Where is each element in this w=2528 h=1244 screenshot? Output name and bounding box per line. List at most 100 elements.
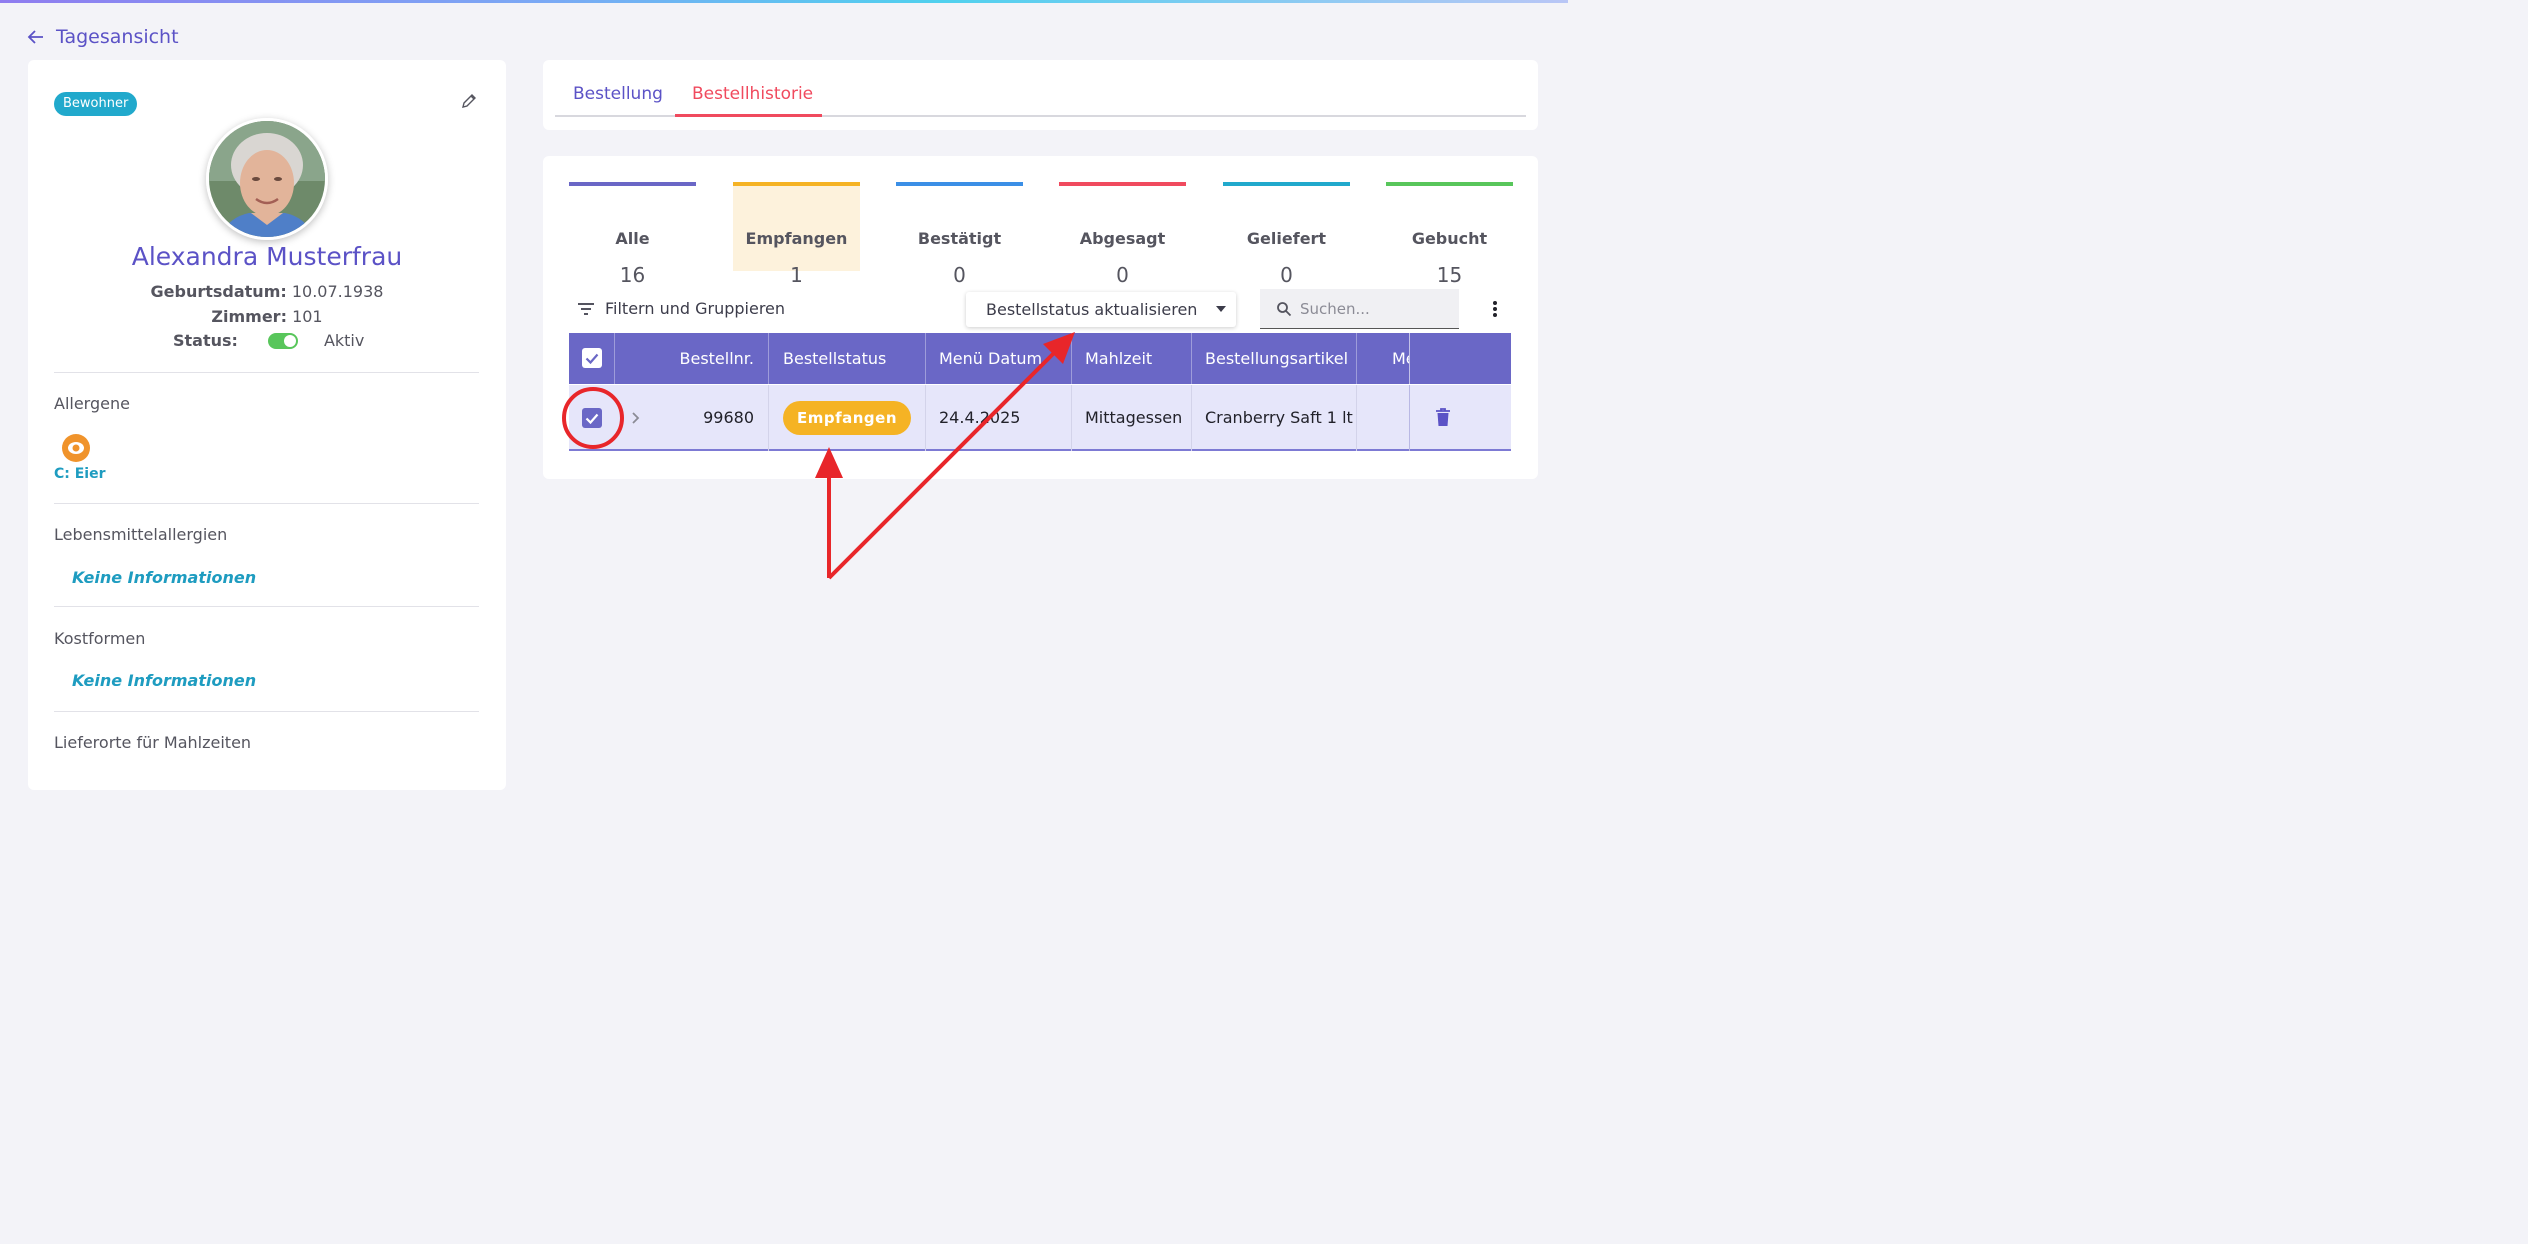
divider bbox=[54, 606, 479, 607]
stat-bar bbox=[896, 182, 1023, 186]
birth-date-label: Geburtsdatum: bbox=[150, 282, 287, 301]
column-header-bestellnr[interactable]: Bestellnr. bbox=[615, 333, 768, 384]
divider bbox=[54, 503, 479, 504]
search-icon bbox=[1277, 301, 1292, 316]
stat-label: Alle bbox=[615, 229, 650, 248]
checkmark-icon bbox=[585, 353, 599, 365]
column-header-mahlzeit[interactable]: Mahlzeit bbox=[1085, 333, 1189, 384]
stat-label: Abgesagt bbox=[1079, 229, 1166, 248]
select-all-checkbox[interactable] bbox=[582, 348, 602, 368]
cell-separator bbox=[1409, 385, 1410, 451]
arrow-left-icon bbox=[27, 30, 43, 44]
pencil-icon[interactable] bbox=[460, 92, 478, 110]
tabs-card: Bestellung Bestellhistorie bbox=[543, 60, 1538, 130]
stat-bar bbox=[1059, 182, 1186, 186]
column-separator bbox=[1356, 333, 1357, 384]
column-header-menue-datum[interactable]: Menü Datum bbox=[939, 333, 1069, 384]
stat-label: Geliefert bbox=[1246, 229, 1327, 248]
menu-date: 24.4.2025 bbox=[939, 408, 1021, 427]
delivery-locations-title: Lieferorte für Mahlzeiten bbox=[54, 733, 252, 752]
top-accent-line bbox=[0, 0, 1568, 3]
cell-separator bbox=[1356, 385, 1357, 451]
filter-icon bbox=[578, 302, 594, 315]
column-separator bbox=[1191, 333, 1192, 384]
stat-abgesagt[interactable]: Abgesagt 0 bbox=[1059, 182, 1186, 287]
stat-bar bbox=[569, 182, 696, 186]
divider bbox=[54, 372, 479, 373]
order-history-card: Alle 16 Empfangen 1 Bestätigt 0 Abgesagt… bbox=[543, 156, 1538, 479]
avatar bbox=[206, 118, 328, 240]
table-row[interactable]: 99680 Empfangen 24.4.2025 Mittagessen Cr… bbox=[569, 385, 1511, 451]
search-input[interactable] bbox=[1300, 299, 1450, 318]
room-label: Zimmer: bbox=[211, 307, 287, 326]
allergens-title: Allergene bbox=[54, 394, 130, 413]
cell-separator bbox=[925, 385, 926, 451]
egg-allergen-icon bbox=[62, 434, 90, 462]
stat-gebucht[interactable]: Gebucht 15 bbox=[1386, 182, 1513, 287]
stat-label: Empfangen bbox=[745, 229, 848, 248]
table-header: Bestellnr. Bestellstatus Menü Datum Mahl… bbox=[569, 333, 1511, 384]
status-value: Aktiv bbox=[323, 331, 365, 350]
diets-title: Kostformen bbox=[54, 629, 146, 648]
diets-value: Keine Informationen bbox=[72, 671, 257, 690]
order-status-update-dropdown[interactable]: Bestellstatus aktualisieren bbox=[966, 292, 1236, 327]
stat-bar bbox=[1386, 182, 1513, 186]
stat-bar bbox=[733, 182, 860, 186]
stat-count: 1 bbox=[790, 263, 803, 287]
resident-name: Alexandra Musterfrau bbox=[131, 242, 403, 271]
allergen-item: C: Eier bbox=[54, 466, 106, 482]
column-separator bbox=[1071, 333, 1072, 384]
room-value: 101 bbox=[292, 307, 323, 326]
stat-count: 0 bbox=[1116, 263, 1129, 287]
stat-count: 16 bbox=[619, 263, 646, 287]
role-badge: Bewohner bbox=[54, 92, 138, 116]
column-header-bestellungsartikel[interactable]: Bestellungsartikel bbox=[1205, 333, 1355, 384]
filter-group-label: Filtern und Gruppieren bbox=[605, 299, 786, 318]
stat-label: Gebucht bbox=[1411, 229, 1488, 248]
filter-group-button[interactable]: Filtern und Gruppieren bbox=[577, 299, 785, 318]
stat-bestaetigt[interactable]: Bestätigt 0 bbox=[896, 182, 1023, 287]
column-separator bbox=[925, 333, 926, 384]
order-number: 99680 bbox=[703, 408, 754, 427]
status-label: Status: bbox=[173, 331, 238, 350]
stat-alle[interactable]: Alle 16 bbox=[569, 182, 696, 287]
column-separator bbox=[1409, 333, 1410, 384]
cell-separator bbox=[1191, 385, 1192, 451]
birth-date-line: Geburtsdatum: 10.07.1938 bbox=[28, 282, 506, 301]
order-status-update-label: Bestellstatus aktualisieren bbox=[986, 300, 1198, 319]
stat-bar bbox=[1223, 182, 1350, 186]
tab-bestellung[interactable]: Bestellung bbox=[573, 84, 663, 104]
meal: Mittagessen bbox=[1085, 408, 1183, 427]
back-link-label: Tagesansicht bbox=[56, 26, 179, 48]
active-tab-indicator bbox=[675, 114, 822, 117]
stat-count: 0 bbox=[953, 263, 966, 287]
column-separator bbox=[768, 333, 769, 384]
status-line: Status: Aktiv bbox=[173, 331, 364, 350]
resident-profile-card: Bewohner Alexandra Musterfrau Geburtsdat… bbox=[28, 60, 506, 790]
divider bbox=[54, 711, 479, 712]
order-item: Cranberry Saft 1 lt bbox=[1205, 408, 1353, 427]
stat-empfangen[interactable]: Empfangen 1 bbox=[733, 182, 860, 287]
tab-bestellhistorie[interactable]: Bestellhistorie bbox=[692, 84, 813, 104]
checkmark-icon bbox=[585, 413, 599, 425]
cell-separator bbox=[768, 385, 769, 451]
stat-label: Bestätigt bbox=[917, 229, 1002, 248]
row-checkbox[interactable] bbox=[582, 408, 602, 428]
status-toggle[interactable] bbox=[267, 332, 298, 349]
search-field[interactable] bbox=[1260, 289, 1459, 329]
back-link[interactable]: Tagesansicht bbox=[26, 26, 179, 48]
more-options-icon[interactable] bbox=[1488, 298, 1502, 320]
caret-down-icon bbox=[1216, 306, 1226, 312]
birth-date-value: 10.07.1938 bbox=[291, 282, 384, 301]
column-header-bestellstatus[interactable]: Bestellstatus bbox=[783, 333, 923, 384]
room-line: Zimmer: 101 bbox=[28, 307, 506, 326]
order-status-badge[interactable]: Empfangen bbox=[783, 401, 911, 435]
stat-count: 0 bbox=[1280, 263, 1293, 287]
food-allergies-value: Keine Informationen bbox=[72, 568, 257, 587]
cell-separator bbox=[1071, 385, 1072, 451]
trash-icon[interactable] bbox=[1435, 408, 1451, 427]
stat-count: 15 bbox=[1436, 263, 1463, 287]
stat-geliefert[interactable]: Geliefert 0 bbox=[1223, 182, 1350, 287]
food-allergies-title: Lebensmittelallergien bbox=[54, 525, 228, 544]
column-header-me[interactable]: Me bbox=[1392, 333, 1409, 384]
